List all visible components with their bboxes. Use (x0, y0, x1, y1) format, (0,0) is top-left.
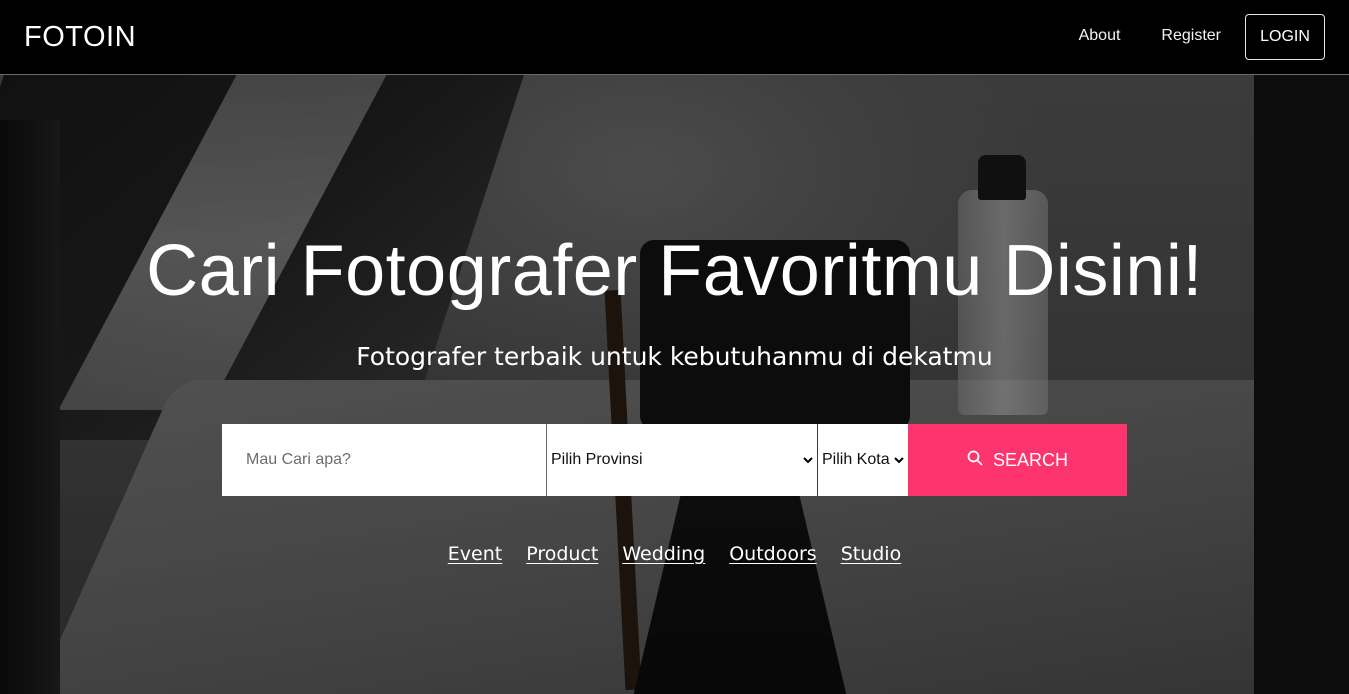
nav-link-about[interactable]: About (1079, 27, 1121, 45)
category-link-product[interactable]: Product (526, 543, 598, 565)
search-input[interactable] (222, 424, 546, 496)
chevron-down-icon (803, 455, 813, 465)
search-bar: Pilih Provinsi Pilih Kota SEARCH (222, 424, 1127, 496)
brand-logo[interactable]: FOTOIN (24, 21, 136, 54)
category-link-wedding[interactable]: Wedding (622, 543, 705, 565)
search-icon (967, 450, 983, 471)
nav-links: About Register LOGIN (1079, 14, 1325, 60)
chevron-down-icon (894, 455, 904, 465)
category-link-event[interactable]: Event (448, 543, 502, 565)
province-select[interactable]: Pilih Provinsi (546, 424, 817, 496)
category-links: Event Product Wedding Outdoors Studio (0, 543, 1349, 565)
hero-subtitle: Fotografer terbaik untuk kebutuhanmu di … (356, 342, 993, 371)
top-navbar: FOTOIN About Register LOGIN (0, 0, 1349, 75)
hero-title: Cari Fotografer Favoritmu Disini! (146, 231, 1203, 311)
search-button-label: SEARCH (992, 449, 1068, 470)
category-link-outdoors[interactable]: Outdoors (729, 543, 816, 565)
search-button[interactable]: SEARCH (908, 424, 1127, 496)
nav-link-register[interactable]: Register (1161, 27, 1221, 45)
province-select-value: Pilih Provinsi (551, 451, 643, 468)
city-select-value: Pilih Kota (822, 451, 890, 468)
category-link-studio[interactable]: Studio (841, 543, 902, 565)
login-button[interactable]: LOGIN (1245, 14, 1325, 60)
hero-section: Cari Fotografer Favoritmu Disini! Fotogr… (0, 0, 1349, 694)
city-select[interactable]: Pilih Kota (817, 424, 908, 496)
